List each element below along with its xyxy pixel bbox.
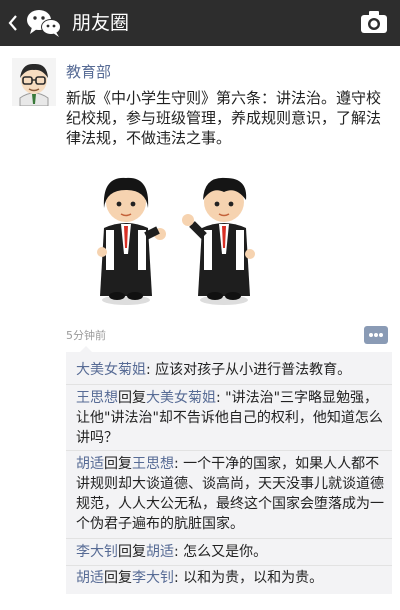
comment-reply-to[interactable]: 大美女菊姐 — [146, 390, 216, 406]
comment-text: : 怎么又是你。 — [174, 544, 268, 560]
back-chevron-icon[interactable] — [6, 11, 20, 35]
comment-divider — [66, 565, 392, 566]
top-bar: 朋友圈 — [0, 0, 400, 46]
comment-item[interactable]: 王思想回复大美女菊姐: "讲法治"三字略显勉强，让他"讲法治"却不告诉他自己的权… — [76, 388, 388, 448]
comment-user[interactable]: 大美女菊姐 — [76, 362, 146, 378]
comment-reply-word: 回复 — [104, 456, 132, 472]
post-text: 新版《中小学生守则》第六条：讲法治。遵守校纪校规，参与班级管理，养成规则意识，了… — [66, 89, 382, 147]
comment-reply-word: 回复 — [104, 570, 132, 586]
two-lawyers-cartoon-icon — [97, 177, 255, 305]
camera-icon[interactable] — [360, 10, 388, 34]
comment-item[interactable]: 李大钊回复胡适: 怎么又是你。 — [76, 542, 388, 562]
comments-panel: 大美女菊姐: 应该对孩子从小进行普法教育。 王思想回复大美女菊姐: "讲法治"三… — [66, 346, 392, 594]
comment-reply-to[interactable]: 王思想 — [132, 456, 174, 472]
comment-user[interactable]: 王思想 — [76, 390, 118, 406]
comment-reply-to[interactable]: 胡适 — [146, 544, 174, 560]
comment-divider — [66, 538, 392, 539]
comment-reply-to[interactable]: 李大钊 — [132, 570, 174, 586]
post-time: 5分钟前 — [66, 329, 106, 342]
comment-more-icon[interactable] — [364, 326, 388, 344]
comment-divider — [66, 450, 392, 451]
wechat-logo-icon — [27, 10, 61, 37]
comment-item[interactable]: 胡适回复王思想: 一个干净的国家，如果人人都不讲规则却大谈道德、谈高尚，天天没事… — [76, 454, 388, 534]
page-title: 朋友圈 — [72, 12, 130, 34]
comment-user[interactable]: 胡适 — [76, 456, 104, 472]
comment-divider — [66, 384, 392, 385]
comment-user[interactable]: 李大钊 — [76, 544, 118, 560]
comment-item[interactable]: 大美女菊姐: 应该对孩子从小进行普法教育。 — [76, 360, 388, 380]
comment-item[interactable]: 胡适回复李大钊: 以和为贵，以和为贵。 — [76, 568, 388, 588]
comment-reply-word: 回复 — [118, 390, 146, 406]
avatar[interactable] — [12, 58, 56, 106]
comment-text: : 以和为贵，以和为贵。 — [174, 570, 324, 586]
comment-text: : 应该对孩子从小进行普法教育。 — [146, 362, 352, 378]
comment-reply-word: 回复 — [118, 544, 146, 560]
comment-user[interactable]: 胡适 — [76, 570, 104, 586]
post-author[interactable]: 教育部 — [66, 62, 111, 82]
post-image[interactable] — [66, 162, 290, 314]
